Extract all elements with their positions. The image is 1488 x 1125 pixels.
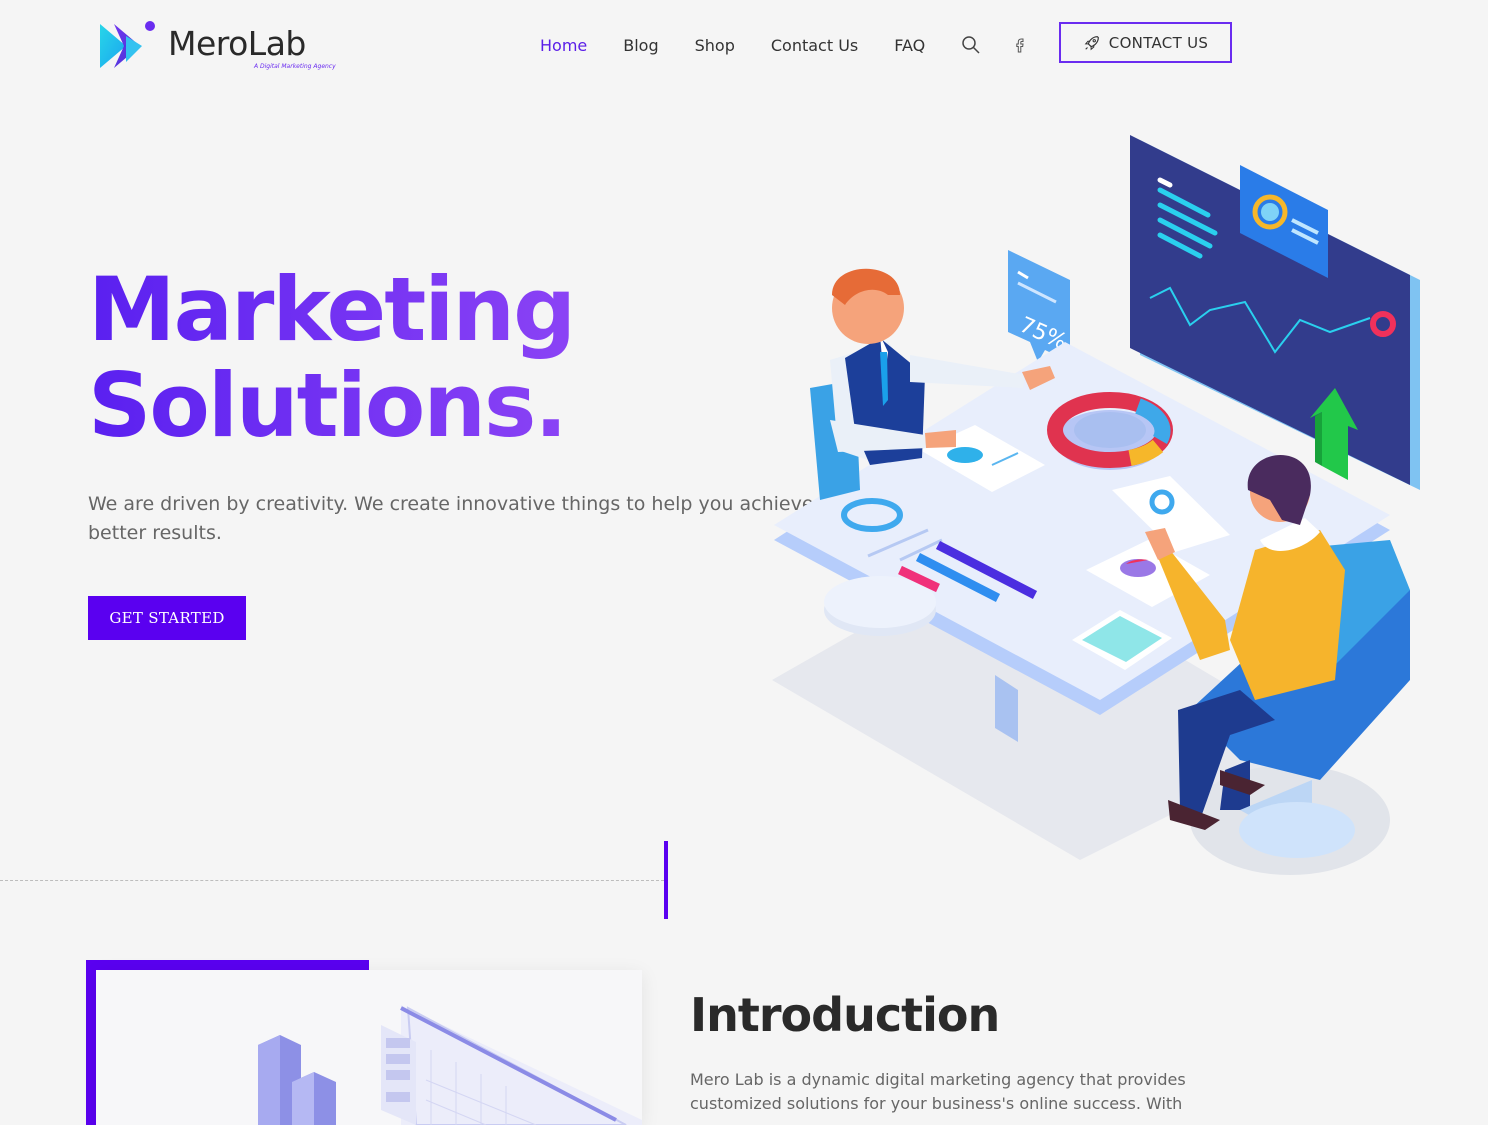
nav-home[interactable]: Home <box>540 36 587 55</box>
intro-text: Mero Lab is a dynamic digital marketing … <box>690 1070 1186 1113</box>
donut-chart-3d <box>1047 392 1173 470</box>
rocket-icon <box>1084 35 1099 50</box>
hero-title: Marketing Solutions. <box>88 262 574 454</box>
main-nav: Home Blog Shop Contact Us FAQ <box>540 34 961 56</box>
intro-title: Introduction <box>690 988 1000 1042</box>
contact-us-button[interactable]: CONTACT US <box>1059 22 1232 63</box>
section-divider-accent <box>664 841 668 919</box>
nav-faq[interactable]: FAQ <box>894 36 925 55</box>
site-header: MeroLab A Digital Marketing Agency Home … <box>0 0 1488 90</box>
get-started-button[interactable]: GET STARTED <box>88 596 246 640</box>
hero-illustration: 75% <box>772 135 1420 875</box>
intro-image-card <box>96 970 642 1125</box>
logo-text: MeroLab <box>168 24 306 63</box>
intro-illustration <box>258 1005 642 1125</box>
hero-title-line2: Solutions. <box>88 354 566 457</box>
search-icon[interactable] <box>961 35 981 55</box>
contact-us-button-label: CONTACT US <box>1108 33 1209 52</box>
nav-contact-us[interactable]: Contact Us <box>771 36 858 55</box>
hero-title-line1: Marketing <box>88 258 575 361</box>
facebook-icon[interactable] <box>1010 35 1030 55</box>
hero-description: We are driven by creativity. We create i… <box>88 493 814 544</box>
nav-blog[interactable]: Blog <box>623 36 658 55</box>
logo-tagline: A Digital Marketing Agency <box>254 63 336 70</box>
logo-mark-icon <box>100 21 155 68</box>
nav-shop[interactable]: Shop <box>695 36 735 55</box>
section-divider-line <box>0 880 664 881</box>
logo[interactable]: MeroLab A Digital Marketing Agency <box>96 16 336 76</box>
